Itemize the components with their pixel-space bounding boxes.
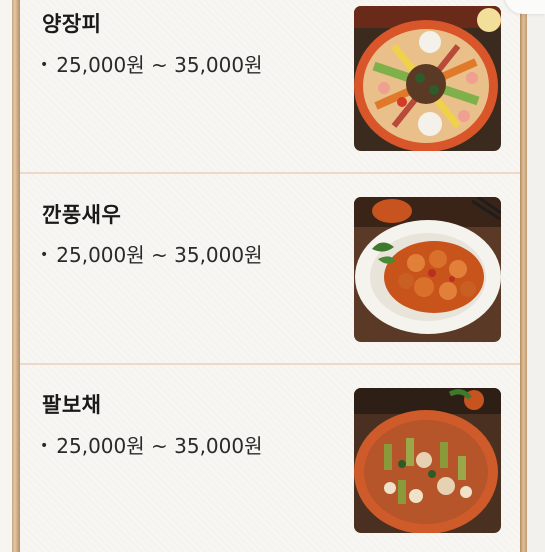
palbochae-dish-photo[interactable] [354,388,501,533]
item-divider [20,172,520,174]
item-divider [20,363,520,365]
left-frame-border [12,0,20,552]
bullet-icon: • [40,438,49,454]
menu-item-price: • 25,000원 ~ 35,000원 [40,239,263,268]
price-text: 25,000원 ~ 35,000원 [56,243,263,267]
menu-item-title: 팔보채 [42,393,102,417]
price-text: 25,000원 ~ 35,000원 [56,53,263,77]
price-text: 25,000원 ~ 35,000원 [56,434,263,458]
yangjangpi-dish-photo[interactable] [354,6,501,151]
right-frame-border [520,0,527,552]
kkanpung-shrimp-dish-photo[interactable] [354,197,501,342]
menu-item-price: • 25,000원 ~ 35,000원 [40,430,263,459]
page-margin [527,0,545,552]
bullet-icon: • [40,247,49,263]
bullet-icon: • [40,57,49,73]
menu-item-price: • 25,000원 ~ 35,000원 [40,49,263,78]
menu-item-title: 깐풍새우 [42,203,122,227]
menu-item-title: 양장피 [42,12,102,36]
